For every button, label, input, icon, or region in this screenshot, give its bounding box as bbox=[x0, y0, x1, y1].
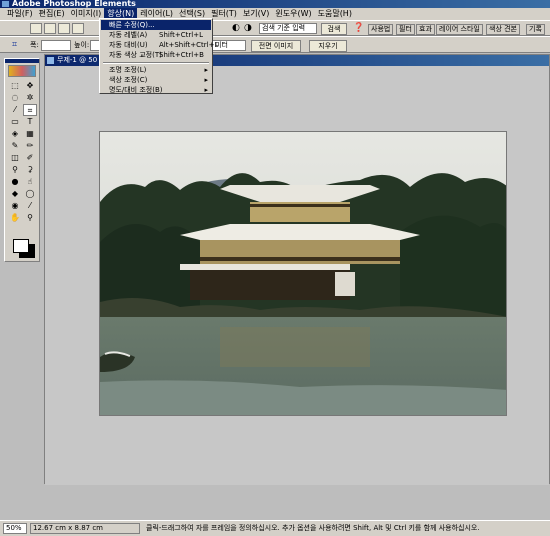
toolbox: ⬚ ✥ ◌ ✲ ⁄ ⌗ ▭ T ◈ ▦ ✎ ✏ ◫ ✐ ⚲ ⚳ ● ☝ ◆ ◯ … bbox=[4, 58, 40, 262]
red-eye-tool-icon[interactable]: ◉ bbox=[8, 200, 22, 212]
menu-item-adjust-lighting[interactable]: 조명 조정(L) ▸ bbox=[101, 65, 211, 75]
menu-item-auto-contrast[interactable]: 자동 대비(U) Alt+Shift+Ctrl+L bbox=[101, 40, 218, 50]
app-title: Adobe Photoshop Elements bbox=[12, 0, 136, 8]
menu-file[interactable]: 파일(F) bbox=[4, 8, 36, 20]
eraser-tool-icon[interactable]: ◫ bbox=[8, 152, 22, 164]
tab-swatches[interactable]: 색상 견본 bbox=[486, 24, 520, 35]
foreground-color-swatch[interactable] bbox=[13, 239, 29, 253]
menu-item-adjust-brightness[interactable]: 명도/대비 조정(B) ▸ bbox=[101, 85, 211, 95]
shortcuts-toolbar: ◐ ◑ 검색 기준 입력 검색 ❓ 사용법 필터 효과 레이어 스타일 색상 견… bbox=[0, 20, 550, 36]
elements-logo-icon bbox=[8, 65, 36, 77]
app-title-bar: Adobe Photoshop Elements bbox=[0, 0, 550, 8]
menu-item-quick-fix[interactable]: 빠른 수정(Q)... bbox=[101, 20, 211, 30]
tab-history[interactable]: 기록 bbox=[526, 24, 545, 35]
eyedropper-tool-icon[interactable]: ⁄ bbox=[23, 200, 37, 212]
menu-edit[interactable]: 편집(E) bbox=[36, 8, 68, 20]
height-label: 높이: bbox=[74, 41, 90, 49]
selection-brush-tool-icon[interactable]: ⁄ bbox=[8, 104, 22, 116]
search-button[interactable]: 검색 bbox=[321, 23, 347, 35]
shape-tool-icon[interactable]: ▭ bbox=[8, 116, 22, 128]
help-icon[interactable]: ❓ bbox=[353, 23, 364, 34]
front-image-button[interactable]: 전면 이미지 bbox=[251, 40, 301, 52]
app-logo-icon bbox=[2, 1, 9, 7]
menu-item-auto-levels[interactable]: 자동 레벨(A) Shift+Ctrl+L bbox=[101, 30, 211, 40]
menu-help[interactable]: 도움말(H) bbox=[315, 8, 355, 20]
search-input[interactable]: 검색 기준 입력 bbox=[259, 23, 317, 34]
save-icon[interactable] bbox=[58, 23, 70, 34]
pattern-stamp-tool-icon[interactable]: ⚳ bbox=[23, 164, 37, 176]
gradient-tool-icon[interactable]: ▦ bbox=[23, 128, 37, 140]
move-tool-icon[interactable]: ✥ bbox=[23, 80, 37, 92]
status-hint: 클릭-드래그하여 자를 프레임을 정의하십시오. 추가 옵션을 사용하려면 Sh… bbox=[146, 524, 480, 532]
impressionist-brush-tool-icon[interactable]: ✐ bbox=[23, 152, 37, 164]
dodge-tool-icon[interactable]: ◯ bbox=[23, 188, 37, 200]
tab-effects[interactable]: 효과 bbox=[416, 24, 435, 35]
menu-item-auto-color[interactable]: 자동 색상 교정(T) Shift+Ctrl+B bbox=[101, 50, 211, 60]
toolbox-header[interactable] bbox=[5, 59, 39, 63]
paint-bucket-tool-icon[interactable]: ◈ bbox=[8, 128, 22, 140]
photo-kinkakuji[interactable] bbox=[99, 131, 507, 416]
width-field[interactable] bbox=[41, 40, 71, 51]
menu-view[interactable]: 보기(V) bbox=[240, 8, 272, 20]
crop-tool-icon[interactable]: ⌗ bbox=[23, 104, 37, 116]
document-size: 12.67 cm x 8.87 cm bbox=[30, 523, 140, 534]
menu-separator bbox=[103, 62, 209, 64]
lasso-tool-icon[interactable]: ◌ bbox=[8, 92, 22, 104]
enhance-menu: 빠른 수정(Q)... 자동 레벨(A) Shift+Ctrl+L 자동 대비(U… bbox=[99, 18, 218, 95]
step-forward-icon[interactable]: ◑ bbox=[244, 23, 252, 34]
magic-wand-tool-icon[interactable]: ✲ bbox=[23, 92, 37, 104]
menu-window[interactable]: 윈도우(W) bbox=[272, 8, 314, 20]
clone-stamp-tool-icon[interactable]: ⚲ bbox=[8, 164, 22, 176]
pencil-tool-icon[interactable]: ✏ bbox=[23, 140, 37, 152]
crop-tool-icon: ⌗ bbox=[12, 40, 18, 50]
open-file-icon[interactable] bbox=[44, 23, 56, 34]
marquee-tool-icon[interactable]: ⬚ bbox=[8, 80, 22, 92]
hand-tool-icon[interactable]: ✋ bbox=[8, 212, 22, 224]
new-file-icon[interactable] bbox=[30, 23, 42, 34]
submenu-arrow-icon: ▸ bbox=[204, 66, 208, 74]
smudge-tool-icon[interactable]: ☝ bbox=[23, 176, 37, 188]
step-backward-icon[interactable]: ◐ bbox=[232, 23, 240, 34]
clear-button[interactable]: 지우기 bbox=[309, 40, 347, 52]
tab-how-to[interactable]: 사용법 bbox=[368, 24, 394, 35]
photo-illustration bbox=[100, 132, 506, 415]
menu-item-adjust-color[interactable]: 색상 조정(C) ▸ bbox=[101, 75, 211, 85]
brush-tool-icon[interactable]: ✎ bbox=[8, 140, 22, 152]
tab-layer-styles[interactable]: 레이어 스타일 bbox=[436, 24, 483, 35]
print-icon[interactable] bbox=[72, 23, 84, 34]
zoom-level-field[interactable]: 50% bbox=[3, 523, 27, 534]
submenu-arrow-icon: ▸ bbox=[204, 76, 208, 84]
document-title: 무제-1 @ 50 bbox=[57, 56, 98, 64]
menu-bar: 파일(F) 편집(E) 이미지(I) 향상(N) 레이어(L) 선택(S) 필터… bbox=[0, 8, 550, 20]
type-tool-icon[interactable]: T bbox=[23, 116, 37, 128]
width-label: 폭: bbox=[30, 41, 39, 49]
options-bar: ⌗ 폭: 높이: 미터 전면 이미지 지우기 bbox=[0, 36, 550, 53]
document-icon bbox=[47, 57, 54, 64]
blur-tool-icon[interactable]: ● bbox=[8, 176, 22, 188]
zoom-tool-icon[interactable]: ⚲ bbox=[23, 212, 37, 224]
tab-filters[interactable]: 필터 bbox=[396, 24, 415, 35]
sponge-tool-icon[interactable]: ◆ bbox=[8, 188, 22, 200]
status-bar: 50% 12.67 cm x 8.87 cm 클릭-드래그하여 자를 프레임을 … bbox=[0, 520, 550, 536]
submenu-arrow-icon: ▸ bbox=[204, 86, 208, 94]
